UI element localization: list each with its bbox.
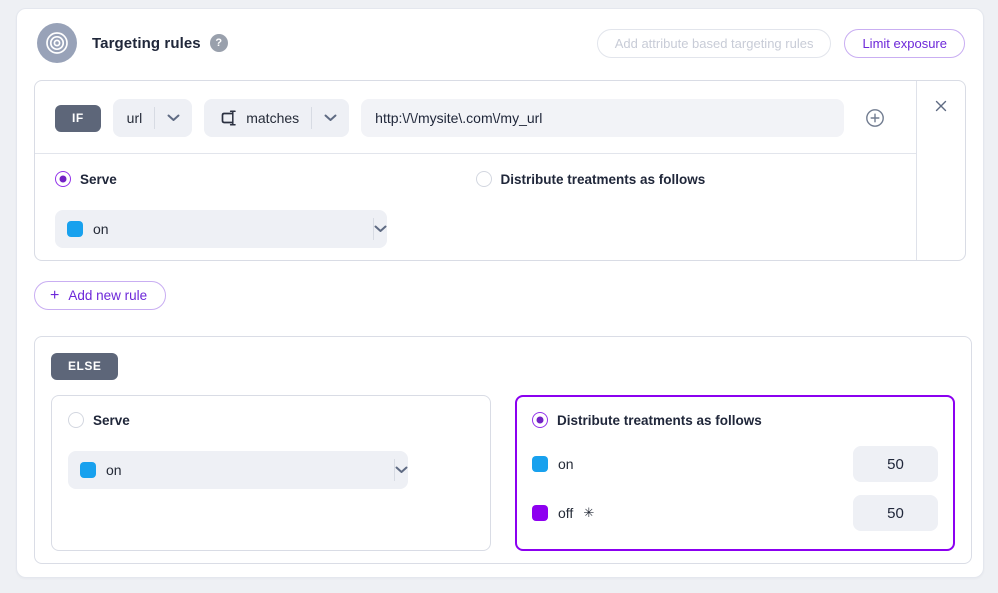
- attribute-select[interactable]: url: [113, 99, 193, 137]
- treatment-color-swatch: [67, 221, 83, 237]
- distribute-radio-label: Distribute treatments as follows: [501, 172, 706, 187]
- panel-header: Targeting rules ? Add attribute based ta…: [17, 9, 983, 75]
- target-icon: [37, 23, 77, 63]
- rule-actions-column: [916, 81, 965, 260]
- default-treatment-icon: ✳: [583, 505, 594, 521]
- serve-radio[interactable]: Serve: [55, 171, 117, 187]
- treatment-color-swatch: [80, 462, 96, 478]
- else-treatment-select-value: on: [106, 462, 122, 478]
- add-new-rule-button[interactable]: + Add new rule: [34, 281, 166, 310]
- matcher-select-value: matches: [246, 110, 311, 126]
- distribution-row-on: on: [532, 446, 938, 482]
- else-treatment-select[interactable]: on: [68, 451, 408, 489]
- else-serve-radio[interactable]: Serve: [68, 412, 130, 428]
- rule-condition-row: IF url matches: [35, 81, 916, 153]
- matcher-select[interactable]: matches: [204, 99, 349, 137]
- radio-selected-icon: [55, 171, 71, 187]
- radio-selected-icon: [532, 412, 548, 428]
- treatment-color-swatch: [532, 505, 548, 521]
- percentage-input-off[interactable]: [853, 495, 938, 531]
- treatment-name: on: [558, 456, 574, 472]
- serve-radio-label: Serve: [80, 172, 117, 187]
- plus-icon: +: [50, 288, 59, 304]
- chevron-down-icon: [374, 225, 387, 233]
- attribute-select-value: url: [127, 110, 155, 126]
- rule-main-area: IF url matches: [35, 81, 916, 260]
- page-title: Targeting rules: [92, 35, 201, 52]
- else-section: ELSE Serve on: [34, 336, 972, 564]
- else-serve-card: Serve on: [51, 395, 491, 551]
- help-icon[interactable]: ?: [210, 34, 228, 52]
- else-distribute-radio-label: Distribute treatments as follows: [557, 413, 762, 428]
- else-distribute-radio[interactable]: Distribute treatments as follows: [532, 412, 762, 428]
- add-new-rule-label: Add new rule: [68, 288, 147, 303]
- radio-unselected-icon: [476, 171, 492, 187]
- treatment-select-value: on: [93, 221, 109, 237]
- treatment-name: off: [558, 505, 573, 521]
- else-distribute-card: Distribute treatments as follows on off …: [515, 395, 955, 551]
- targeting-rule-card: IF url matches: [34, 80, 966, 261]
- percentage-input-on[interactable]: [853, 446, 938, 482]
- add-attribute-rules-button[interactable]: Add attribute based targeting rules: [597, 29, 832, 58]
- chevron-down-icon: [395, 466, 408, 474]
- else-serve-radio-label: Serve: [93, 413, 130, 428]
- distribution-row-off: off ✳: [532, 495, 938, 531]
- targeting-rules-panel: Targeting rules ? Add attribute based ta…: [16, 8, 984, 578]
- remove-rule-icon[interactable]: [934, 99, 948, 117]
- treatment-color-swatch: [532, 456, 548, 472]
- limit-exposure-button[interactable]: Limit exposure: [844, 29, 965, 58]
- string-type-icon: [218, 108, 239, 128]
- chevron-down-icon: [155, 114, 192, 122]
- match-pattern-input[interactable]: [361, 99, 844, 137]
- radio-unselected-icon: [68, 412, 84, 428]
- if-badge: IF: [55, 105, 101, 132]
- rule-serve-section: Serve Distribute treatments as follows o…: [35, 154, 916, 248]
- else-badge: ELSE: [51, 353, 118, 380]
- treatment-select[interactable]: on: [55, 210, 387, 248]
- add-condition-icon[interactable]: [864, 107, 886, 129]
- chevron-down-icon: [312, 114, 349, 122]
- distribute-radio[interactable]: Distribute treatments as follows: [476, 171, 706, 187]
